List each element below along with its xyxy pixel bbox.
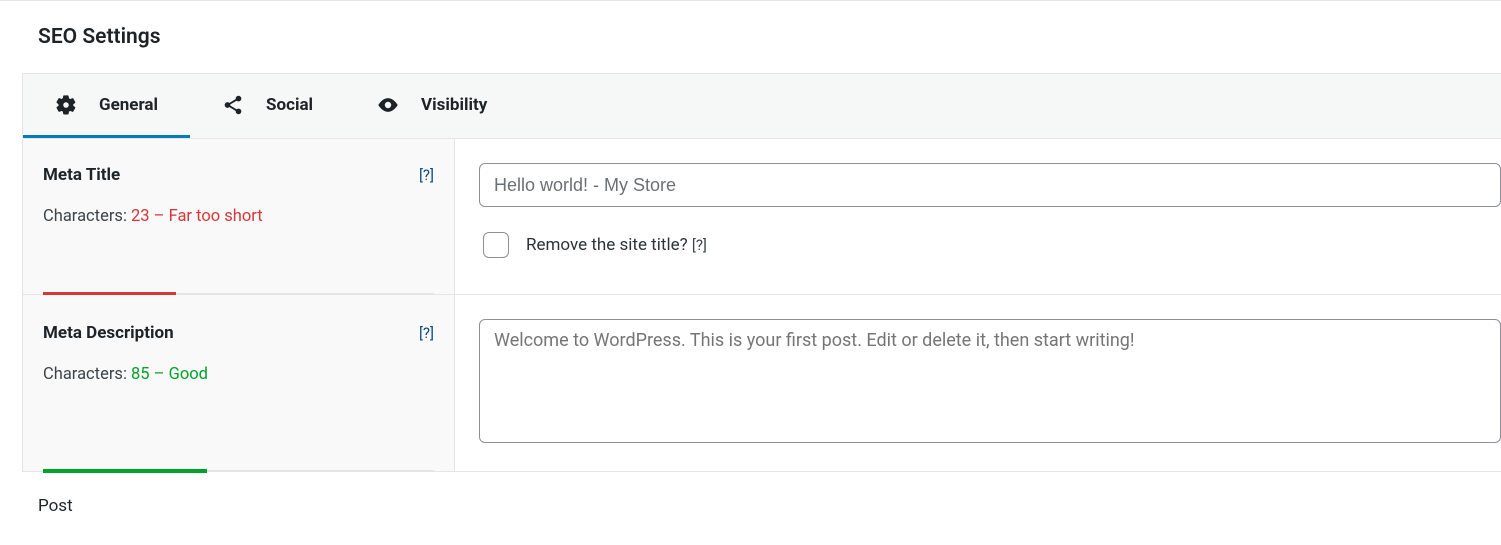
char-prefix: Characters:: [43, 207, 131, 226]
char-prefix: Characters:: [43, 365, 131, 384]
tab-visibility[interactable]: Visibility: [345, 74, 519, 138]
tab-social[interactable]: Social: [190, 74, 345, 138]
row-meta-description: Meta Description [?] Characters: 85 – Go…: [23, 295, 1501, 471]
help-icon[interactable]: [?]: [419, 166, 434, 184]
seo-panel: General Social Visibility Meta Title: [22, 73, 1501, 472]
row-meta-title: Meta Title [?] Characters: 23 – Far too …: [23, 139, 1501, 295]
meta-description-input[interactable]: [479, 319, 1501, 443]
char-value: 85 – Good: [131, 365, 208, 384]
remove-site-title-label: Remove the site title? [?]: [526, 235, 707, 255]
section-header: SEO Settings: [0, 1, 1501, 73]
footer-label: Post: [0, 472, 1501, 516]
gear-icon: [55, 94, 77, 116]
meta-title-progress: [43, 293, 434, 294]
help-icon[interactable]: [?]: [692, 236, 707, 254]
meta-title-char-count: Characters: 23 – Far too short: [43, 207, 434, 226]
help-icon[interactable]: [?]: [419, 324, 434, 342]
remove-site-title-checkbox[interactable]: [483, 232, 509, 258]
eye-icon: [377, 94, 399, 116]
tab-social-label: Social: [266, 95, 313, 115]
meta-description-label: Meta Description: [43, 323, 174, 343]
meta-title-input[interactable]: [479, 163, 1501, 207]
meta-description-progress: [43, 470, 434, 471]
char-value: 23 – Far too short: [131, 207, 263, 226]
meta-title-label: Meta Title: [43, 165, 120, 185]
tab-bar: General Social Visibility: [23, 74, 1501, 139]
share-icon: [222, 94, 244, 116]
tab-general-label: General: [99, 95, 158, 115]
page-title: SEO Settings: [38, 25, 1477, 49]
meta-description-char-count: Characters: 85 – Good: [43, 365, 434, 384]
tab-general[interactable]: General: [23, 74, 190, 138]
tab-visibility-label: Visibility: [421, 95, 487, 115]
